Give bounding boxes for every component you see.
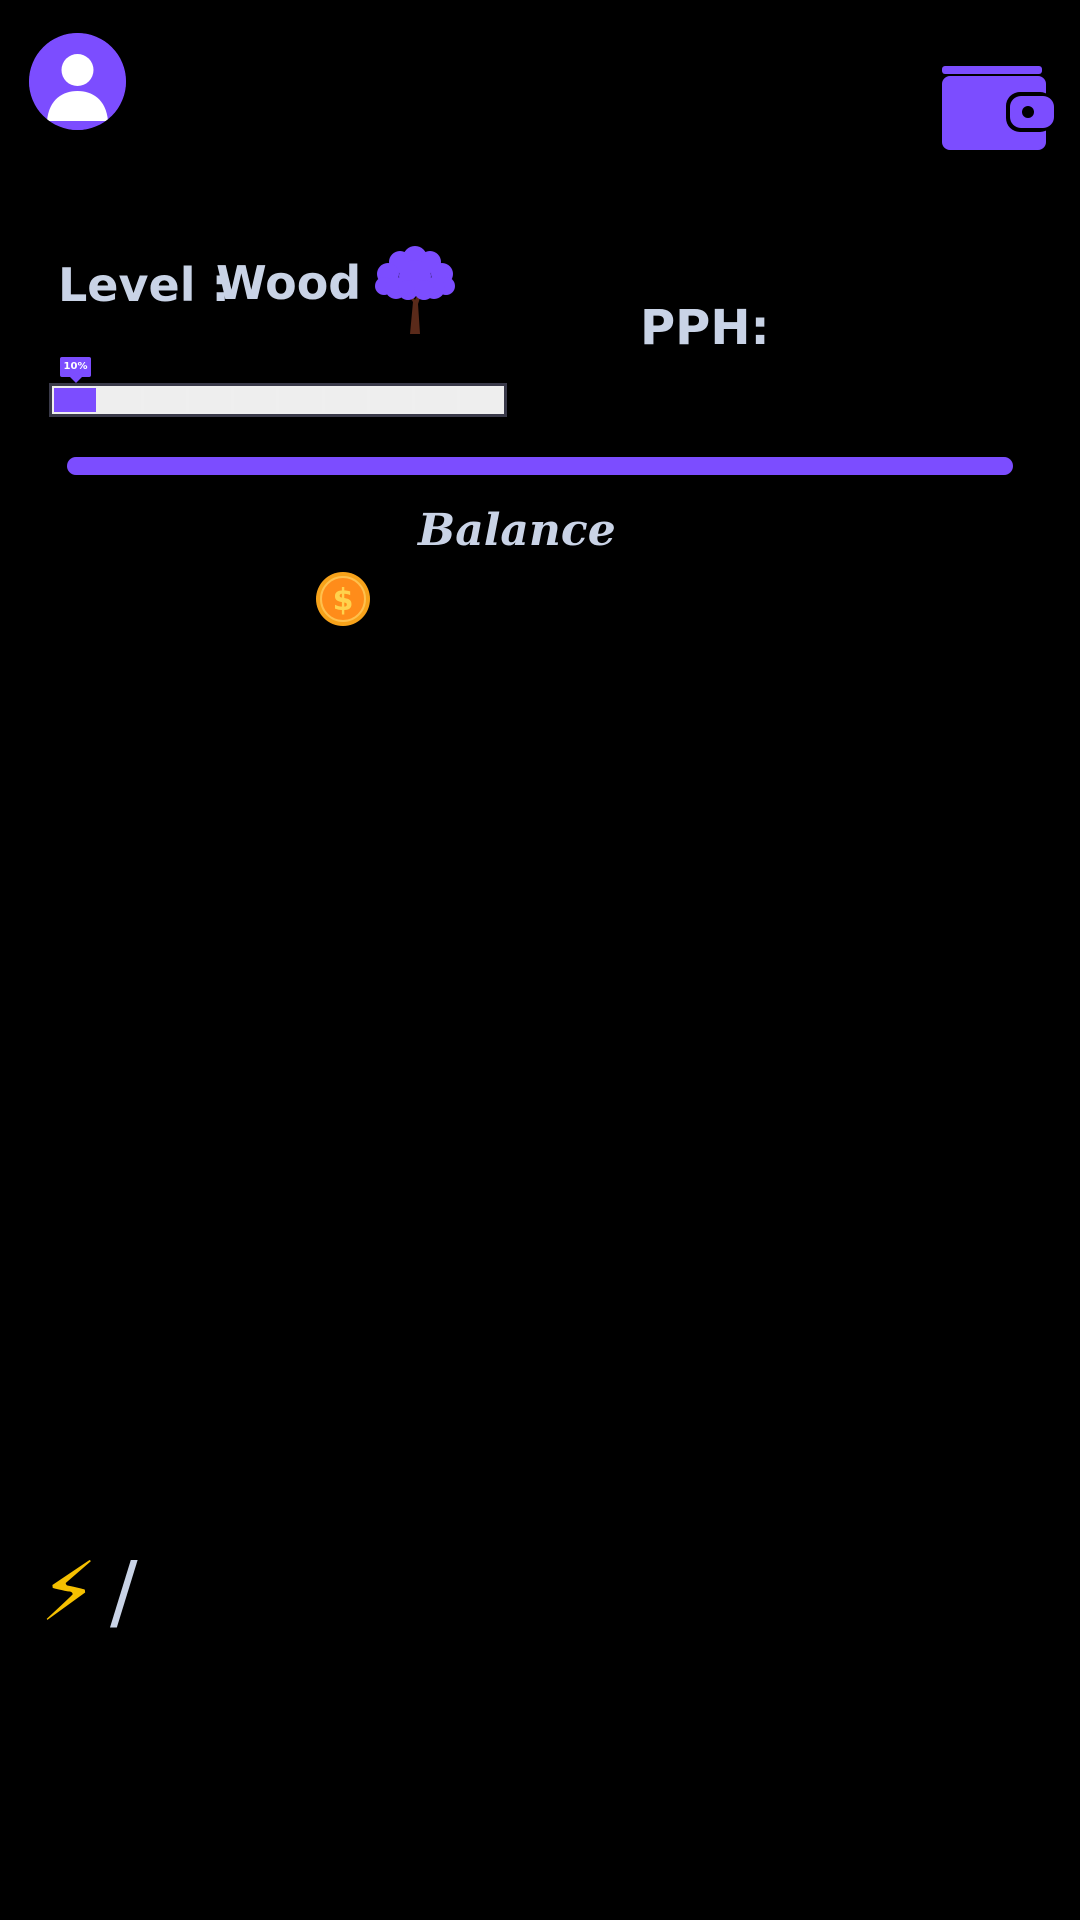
balance-label: Balance	[418, 505, 616, 556]
progress-segment-filled	[54, 388, 97, 412]
energy-icon: ⚡	[40, 1545, 98, 1640]
wallet-button[interactable]	[940, 62, 1056, 152]
level-label: Level :	[58, 258, 230, 312]
level-value: Wood	[216, 256, 362, 310]
tree-icon	[370, 244, 460, 336]
pph-label: PPH:	[640, 300, 770, 356]
progress-segment	[324, 388, 367, 412]
svg-text:$: $	[333, 583, 354, 618]
wallet-icon	[942, 66, 1054, 150]
progress-segment	[99, 388, 142, 412]
progress-segment	[189, 388, 232, 412]
coin-icon: $	[315, 571, 371, 627]
progress-segment	[279, 388, 322, 412]
energy-separator: /	[110, 1545, 138, 1640]
progress-segment	[234, 388, 277, 412]
divider-bar	[67, 457, 1013, 475]
user-icon	[29, 33, 126, 130]
progress-segment	[414, 388, 457, 412]
progress-segment	[144, 388, 187, 412]
level-progress-bar	[49, 383, 507, 417]
profile-avatar-button[interactable]	[29, 33, 126, 130]
progress-segment	[459, 388, 502, 412]
progress-percent-badge: 10%	[60, 357, 91, 383]
progress-segment	[369, 388, 412, 412]
